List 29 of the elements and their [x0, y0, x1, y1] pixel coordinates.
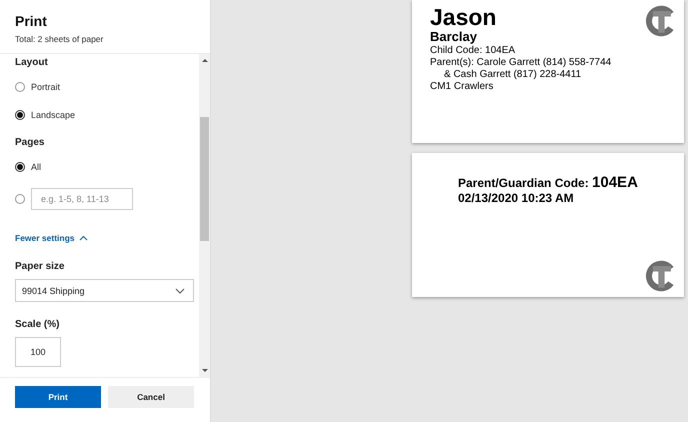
section-label: Layout — [15, 57, 49, 68]
radio-button[interactable] — [15, 194, 25, 204]
radio-label: All — [31, 162, 42, 172]
section-label: Paper size — [15, 261, 66, 272]
last-name: Barclay — [430, 29, 477, 44]
radio-label: Landscape — [31, 110, 76, 120]
radio-button[interactable] — [15, 162, 25, 172]
label-text: Parent(s): Carole Garrett (814) 558-7744 — [430, 57, 612, 70]
scale-field[interactable]: 100 — [15, 337, 61, 367]
radio-label: Portrait — [31, 82, 60, 92]
label-text: & Cash Garrett (817) 228-4411 — [443, 69, 582, 82]
paper-size-dropdown[interactable]: 99014 Shipping — [15, 279, 194, 302]
timestamp: 02/13/2020 10:23 AM — [458, 191, 575, 205]
dialog-title: Print — [15, 13, 48, 29]
first-name: Jason — [430, 5, 496, 30]
page-range-field[interactable]: e.g. 1-5, 8, 11-13 — [31, 188, 133, 210]
label-text: Child Code: 104EA — [430, 45, 516, 58]
sheet-count: Total: 2 sheets of paper — [15, 34, 104, 44]
scrollbar[interactable] — [199, 54, 210, 377]
code-text: Parent/Guardian Code: 104EA — [458, 174, 639, 191]
label-text: CM1 Crawlers — [430, 81, 494, 94]
section-label: Scale (%) — [15, 319, 60, 330]
radio-button[interactable] — [15, 110, 25, 120]
chevron-icon — [175, 288, 185, 294]
print-button[interactable]: Print — [15, 386, 101, 408]
cancel-button[interactable]: Cancel — [108, 386, 194, 408]
radio-button[interactable] — [15, 82, 25, 92]
fewer-settings-link[interactable]: Fewer settings — [15, 233, 88, 243]
section-label: Pages — [15, 137, 46, 148]
